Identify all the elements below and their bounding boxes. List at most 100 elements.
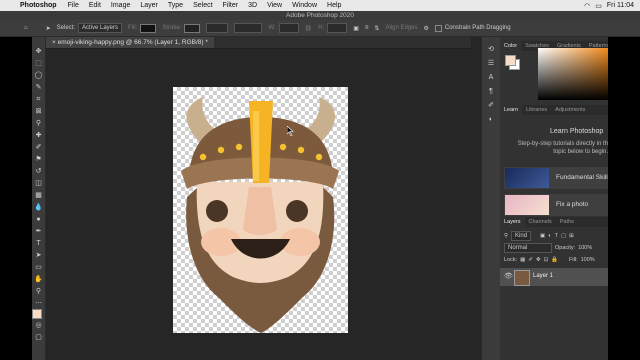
width-field[interactable] bbox=[278, 23, 299, 33]
zoom-tool-icon[interactable]: ⚲ bbox=[34, 287, 43, 296]
menu-3d[interactable]: 3D bbox=[248, 2, 257, 9]
opacity-value[interactable]: 100% bbox=[578, 245, 592, 251]
mouse-cursor bbox=[287, 126, 294, 136]
filter-type-icon[interactable]: T bbox=[555, 233, 558, 239]
color-picker-field[interactable] bbox=[538, 48, 608, 100]
paragraph-panel-icon[interactable]: ¶ bbox=[486, 87, 496, 96]
nose bbox=[243, 187, 277, 235]
fill-value[interactable]: 100% bbox=[581, 257, 595, 263]
pen-tool-icon[interactable]: ✒ bbox=[34, 227, 43, 236]
path-select-icon[interactable]: ➤ bbox=[46, 25, 51, 32]
clock[interactable]: Fri 11:04 bbox=[607, 2, 634, 9]
lock-all-icon[interactable]: 🔒 bbox=[551, 257, 558, 263]
eyedropper-tool-icon[interactable]: ⚲ bbox=[34, 119, 43, 128]
frame-tool-icon[interactable]: ⊠ bbox=[34, 107, 43, 116]
gear-icon[interactable]: ⚙ bbox=[423, 25, 428, 32]
stamp-tool-icon[interactable]: ⚑ bbox=[34, 155, 43, 164]
tab-layers[interactable]: Layers bbox=[500, 217, 525, 227]
select-dropdown[interactable]: Active Layers bbox=[78, 23, 123, 33]
menu-window[interactable]: Window bbox=[292, 2, 317, 9]
menu-help[interactable]: Help bbox=[327, 2, 341, 9]
layer-filter-row: ⚲ Kind ▣ ◐ T ▢ ⊞ bbox=[504, 231, 574, 241]
blend-mode-dropdown[interactable]: Normal bbox=[504, 243, 552, 253]
quick-select-tool-icon[interactable]: ✎ bbox=[34, 83, 43, 92]
type-tool-icon[interactable]: T bbox=[34, 239, 43, 248]
menu-select[interactable]: Select bbox=[193, 2, 212, 9]
stroke-type-dropdown[interactable] bbox=[234, 23, 263, 33]
blur-tool-icon[interactable]: 💧 bbox=[34, 203, 43, 212]
history-brush-tool-icon[interactable]: ↺ bbox=[34, 167, 43, 176]
menu-view[interactable]: View bbox=[267, 2, 282, 9]
left-eye bbox=[206, 200, 228, 222]
path-select-tool-icon[interactable]: ➤ bbox=[34, 251, 43, 260]
learn-title: Learn Photoshop bbox=[550, 128, 604, 135]
hand-tool-icon[interactable]: ✋ bbox=[34, 275, 43, 284]
properties-panel-icon[interactable]: ☰ bbox=[486, 59, 496, 68]
tutorial-card-fundamental[interactable]: Fundamental Skills bbox=[504, 167, 611, 189]
character-panel-icon[interactable]: A bbox=[486, 73, 496, 82]
foreground-color-swatch[interactable] bbox=[32, 309, 42, 319]
menu-layer[interactable]: Layer bbox=[140, 2, 158, 9]
tools-panel: ✥ ⬚ ◯ ✎ ⌗ ⊠ ⚲ ✚ ✐ ⚑ ↺ ◫ ▦ 💧 ● ✒ T ➤ ▭ ✋ … bbox=[32, 37, 46, 360]
brush-tool-icon[interactable]: ✐ bbox=[34, 143, 43, 152]
menu-filter[interactable]: Filter bbox=[223, 2, 239, 9]
lock-paint-icon[interactable]: ✐ bbox=[528, 257, 533, 263]
menu-edit[interactable]: Edit bbox=[89, 2, 101, 9]
path-ops-icon[interactable]: ▣ bbox=[353, 25, 359, 32]
filter-smart-icon[interactable]: ⊞ bbox=[569, 233, 574, 239]
stroke-swatch[interactable] bbox=[184, 23, 201, 33]
dodge-tool-icon[interactable]: ● bbox=[34, 215, 43, 224]
layer-name: Layer 1 bbox=[533, 273, 554, 279]
lasso-tool-icon[interactable]: ◯ bbox=[34, 71, 43, 80]
tab-libraries[interactable]: Libraries bbox=[522, 105, 551, 115]
brush-panel-icon[interactable]: ✐ bbox=[486, 101, 496, 110]
link-icon[interactable]: ⛓ bbox=[305, 25, 313, 32]
path-align-icon[interactable]: ≡ bbox=[365, 25, 369, 31]
tab-channels[interactable]: Channels bbox=[525, 217, 556, 227]
h-label: H: bbox=[318, 25, 325, 31]
marquee-tool-icon[interactable]: ⬚ bbox=[34, 59, 43, 68]
foreground-color-swatch-panel[interactable] bbox=[505, 55, 516, 66]
constrain-checkbox[interactable] bbox=[434, 24, 442, 32]
home-icon[interactable]: ⌂ bbox=[24, 25, 28, 31]
menu-type[interactable]: Type bbox=[168, 2, 183, 9]
filter-adjust-icon[interactable]: ◐ bbox=[548, 233, 551, 239]
layer-row[interactable]: 👁 Layer 1 bbox=[500, 268, 608, 286]
history-panel-icon[interactable]: ⟲ bbox=[486, 45, 496, 54]
app-menu[interactable]: Photoshop bbox=[20, 2, 57, 9]
lock-artboard-icon[interactable]: ⊡ bbox=[544, 257, 549, 263]
tab-color[interactable]: Color bbox=[500, 41, 522, 51]
filter-shape-icon[interactable]: ▢ bbox=[561, 233, 566, 239]
stroke-label: Stroke: bbox=[162, 25, 182, 31]
tab-learn[interactable]: Learn bbox=[500, 105, 523, 115]
fill-swatch[interactable] bbox=[140, 23, 157, 33]
menu-image[interactable]: Image bbox=[111, 2, 130, 9]
crop-tool-icon[interactable]: ⌗ bbox=[34, 95, 43, 104]
gradient-tool-icon[interactable]: ▦ bbox=[34, 191, 43, 200]
screen-mode-icon[interactable]: ▢ bbox=[34, 333, 43, 342]
eye-icon[interactable]: 👁 bbox=[504, 272, 513, 280]
more-tools-icon[interactable]: ⋯ bbox=[34, 299, 43, 308]
menu-file[interactable]: File bbox=[68, 2, 79, 9]
height-field[interactable] bbox=[327, 23, 348, 33]
tab-adjustments[interactable]: Adjustments bbox=[551, 105, 589, 115]
quick-mask-icon[interactable]: ◎ bbox=[34, 321, 43, 330]
shape-tool-icon[interactable]: ▭ bbox=[34, 263, 43, 272]
align-edges-checkbox[interactable]: Align Edges bbox=[385, 25, 417, 31]
filter-pixel-icon[interactable]: ▣ bbox=[540, 233, 545, 239]
document-tab[interactable]: × emoji-viking-happy.png @ 66.7% (Layer … bbox=[46, 37, 214, 48]
kind-dropdown[interactable]: Kind bbox=[511, 231, 532, 241]
w-label: W: bbox=[268, 25, 276, 31]
stroke-width-field[interactable] bbox=[206, 23, 229, 33]
move-tool-icon[interactable]: ✥ bbox=[34, 47, 43, 56]
eraser-tool-icon[interactable]: ◫ bbox=[34, 179, 43, 188]
lock-move-icon[interactable]: ✥ bbox=[536, 257, 541, 263]
battery-icon[interactable]: ▭ bbox=[595, 2, 602, 10]
path-arrange-icon[interactable]: ⇅ bbox=[374, 25, 379, 32]
tab-paths[interactable]: Paths bbox=[556, 217, 578, 227]
healing-tool-icon[interactable]: ✚ bbox=[34, 131, 43, 140]
wifi-icon[interactable]: ◠ bbox=[584, 2, 590, 10]
lock-pixels-icon[interactable]: ▦ bbox=[520, 257, 525, 263]
adjust-panel-icon[interactable]: ◐ bbox=[486, 115, 496, 124]
tutorial-card-fix-photo[interactable]: Fix a photo bbox=[504, 194, 608, 216]
